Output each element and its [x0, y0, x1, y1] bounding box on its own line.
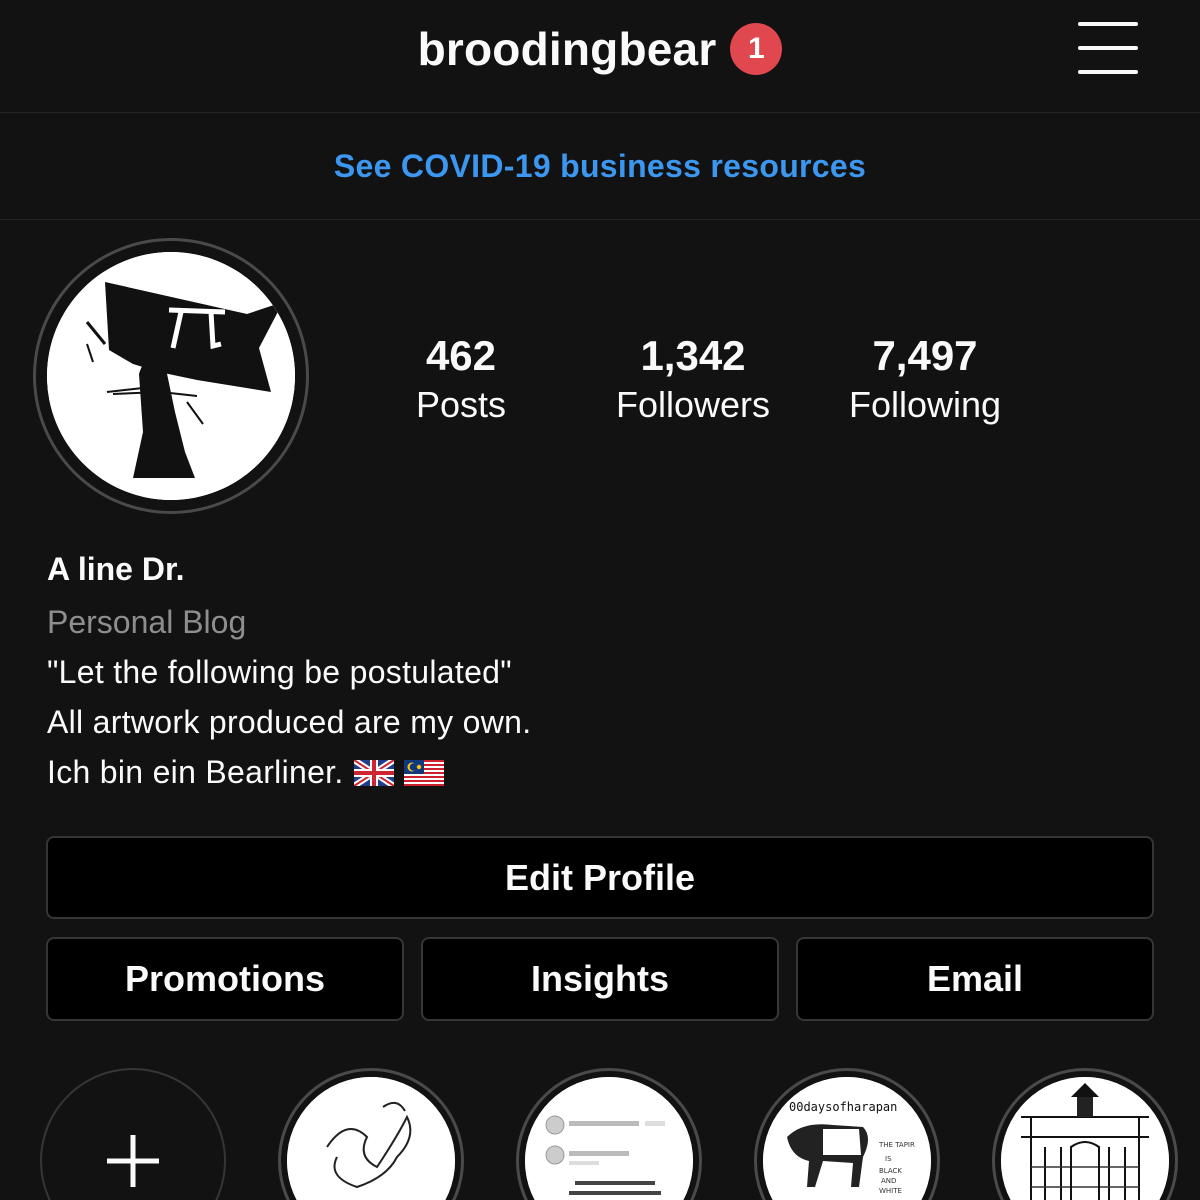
profile-avatar[interactable]: [33, 238, 309, 514]
posts-label: Posts: [415, 384, 507, 425]
covid-resources-link[interactable]: See COVID-19 business resources: [334, 148, 866, 185]
highlight-thumbnail: [525, 1077, 693, 1200]
followers-stat[interactable]: 1,342 Followers: [593, 330, 793, 428]
svg-text:AND: AND: [881, 1177, 896, 1185]
insights-button[interactable]: Insights: [421, 937, 779, 1021]
svg-text:BLACK: BLACK: [879, 1167, 902, 1175]
account-switcher[interactable]: broodingbear 1: [0, 22, 1200, 76]
profile-bio: A line Dr. Personal Blog "Let the follow…: [47, 547, 1147, 800]
highlight-item[interactable]: [278, 1068, 464, 1200]
covid-banner: See COVID-19 business resources: [0, 113, 1200, 220]
posts-stat[interactable]: 462 Posts: [361, 330, 561, 428]
bio-line-text: Ich bin ein Bearliner.: [47, 754, 344, 790]
highlight-thumbnail: 00daysofharapan THE TAPIR IS BLACK AND W…: [763, 1077, 931, 1200]
top-bar: broodingbear 1: [0, 0, 1200, 113]
malaysia-flag-icon: [403, 750, 444, 800]
highlight-item[interactable]: [992, 1068, 1178, 1200]
bio-line: "Let the following be postulated": [47, 654, 512, 690]
username-title[interactable]: broodingbear: [418, 22, 717, 76]
promotions-button[interactable]: Promotions: [46, 937, 404, 1021]
posts-count: 462: [425, 332, 497, 379]
svg-text:WHITE: WHITE: [879, 1187, 902, 1195]
bio-line-last: Ich bin ein Bearliner.: [47, 747, 1147, 800]
profile-page: broodingbear 1 See COVID-19 business res…: [0, 0, 1200, 1200]
svg-text:THE TAPIR: THE TAPIR: [878, 1141, 915, 1149]
plus-icon: [107, 1135, 159, 1187]
svg-text:IS: IS: [885, 1155, 892, 1163]
followers-label: Followers: [615, 384, 771, 425]
highlight-thumbnail: [1001, 1077, 1169, 1200]
highlight-thumbnail: [287, 1077, 455, 1200]
hamburger-menu-icon[interactable]: [1078, 22, 1138, 74]
followers-count: 1,342: [640, 332, 746, 379]
following-count: 7,497: [872, 332, 978, 379]
following-stat[interactable]: 7,497 Following: [825, 330, 1025, 428]
uk-flag-icon: [351, 750, 396, 800]
highlight-item[interactable]: 00daysofharapan THE TAPIR IS BLACK AND W…: [754, 1068, 940, 1200]
edit-profile-button[interactable]: Edit Profile: [46, 836, 1154, 919]
following-label: Following: [848, 384, 1002, 425]
notification-badge: 1: [730, 23, 783, 75]
highlight-caption: 00daysofharapan: [789, 1100, 897, 1114]
highlight-item[interactable]: [516, 1068, 702, 1200]
bio-line: All artwork produced are my own.: [47, 704, 532, 740]
new-highlight-button[interactable]: [40, 1068, 226, 1200]
avatar-image: [47, 252, 295, 500]
display-name: A line Dr.: [47, 551, 185, 587]
email-button[interactable]: Email: [796, 937, 1154, 1021]
category-label: Personal Blog: [47, 604, 247, 640]
